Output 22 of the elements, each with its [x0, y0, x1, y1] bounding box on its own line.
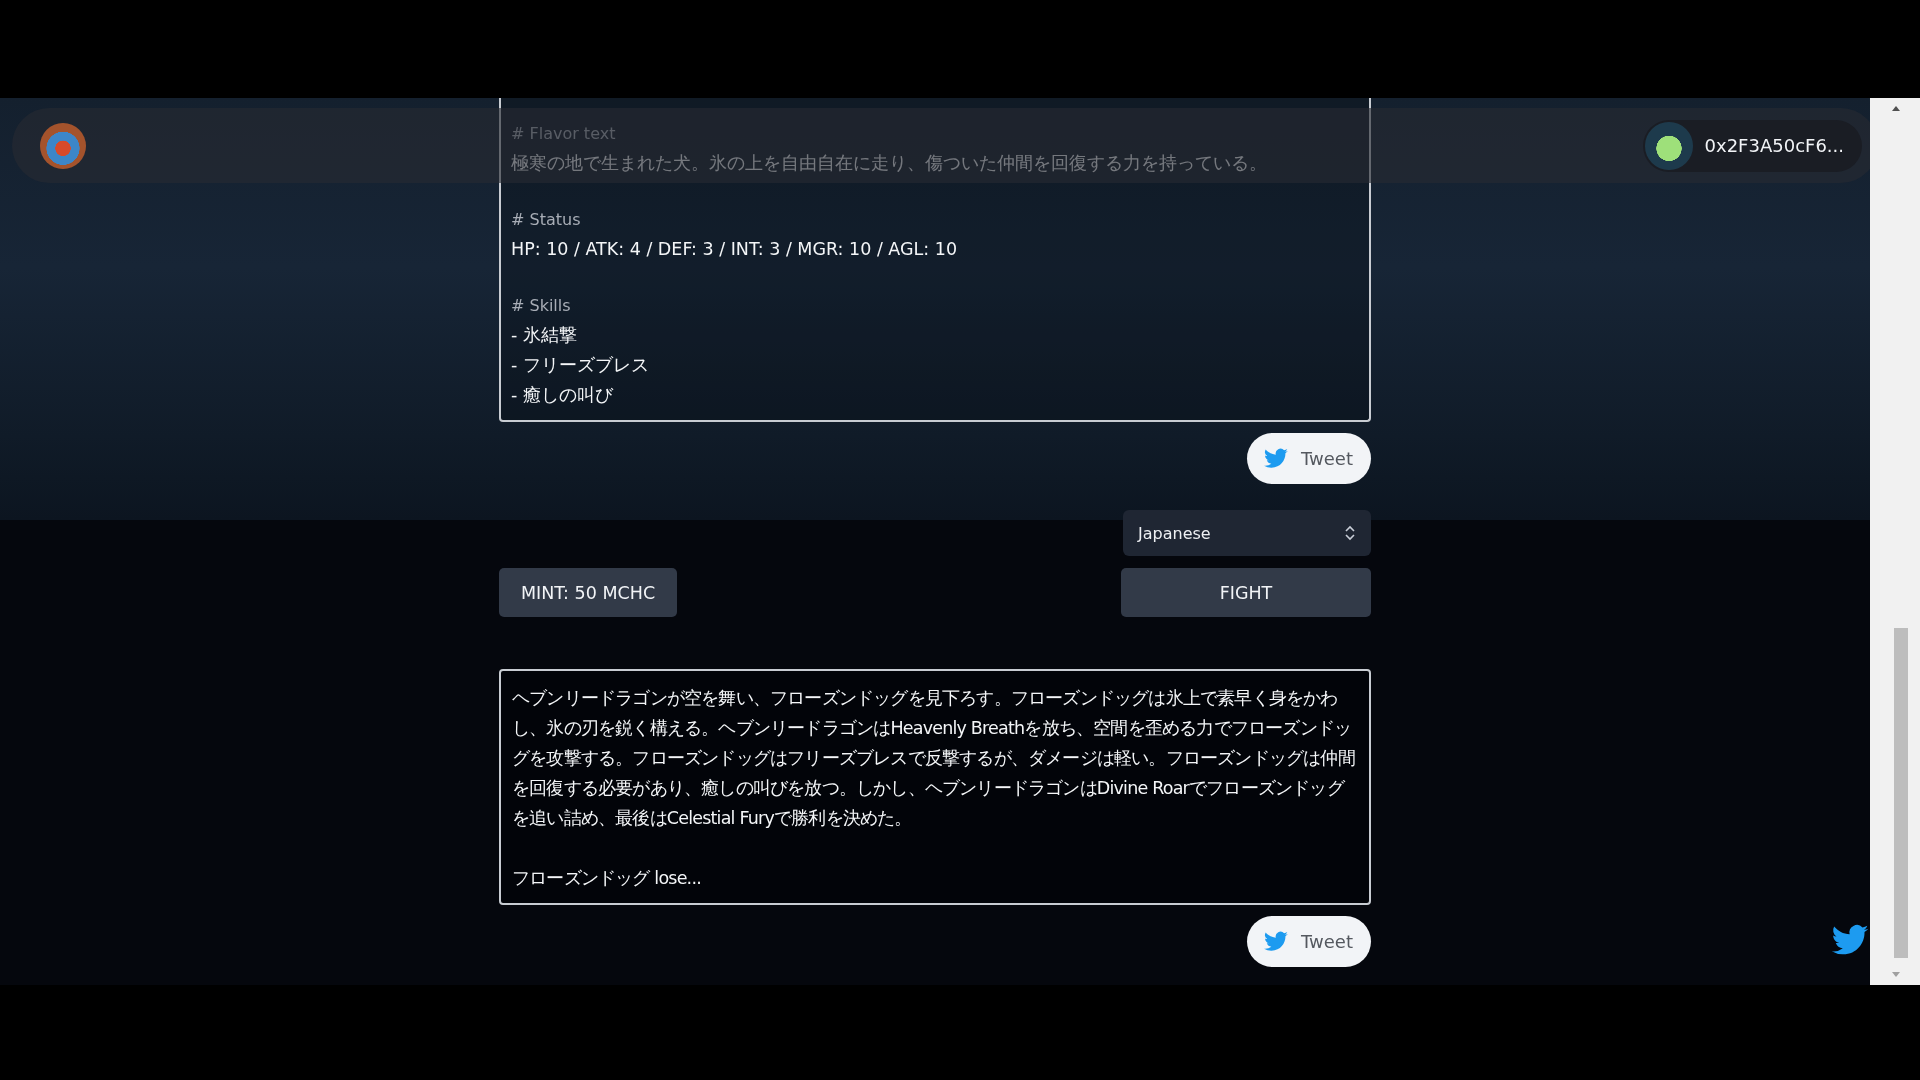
- chevron-icon: [1344, 524, 1356, 542]
- scroll-up-icon[interactable]: [1892, 106, 1900, 111]
- fight-button[interactable]: FIGHT: [1121, 568, 1371, 617]
- battle-narrative: ヘブンリードラゴンが空を舞い、フローズンドッグを見下ろす。フローズンドッグは氷上で素早く身をかわし、氷の刃を鋭く構える。ヘブンリードラゴンはHeavenly Breathを放ち、空間を歪める力でフローズンドッグを攻撃する。フローズンドッグはフリーズブレスで反撃するが、ダメージは軽い。フローズンドッグは仲間を回復する必要があり、癒しの叫びを放つ。しかし、ヘブンリードラゴンはDivine Roarでフローズンドッグを追い詰め、最後はCelestial Furyで勝利を決めた。: [512, 687, 1356, 830]
- skill-item: - フリーズブレス: [511, 354, 650, 377]
- section-heading: # Flavor text: [511, 123, 617, 145]
- section-heading: # Status: [511, 209, 582, 231]
- skill-item: - 氷結撃: [511, 324, 578, 347]
- flavor-text: 極寒の地で生まれた犬。氷の上を自由自在に走り、傷ついた仲間を回復する力を持っている。: [511, 152, 1268, 175]
- skill-item: - 癒しの叫び: [511, 384, 615, 407]
- scrollbar[interactable]: [1870, 98, 1920, 985]
- language-select[interactable]: Japanese: [1123, 510, 1371, 556]
- tweet-button[interactable]: Tweet: [1247, 433, 1371, 484]
- tweet-button[interactable]: Tweet: [1247, 916, 1371, 967]
- avatar-icon: [1644, 121, 1693, 170]
- battle-result: フローズンドッグ lose...: [512, 867, 702, 890]
- status-text: HP: 10 / ATK: 4 / DEF: 3 / INT: 3 / MGR: 10 / AGL: 10: [511, 238, 959, 261]
- wallet-button[interactable]: 0x2F3A50cF6...: [1642, 119, 1862, 172]
- mint-button[interactable]: MINT: 50 MCHC: [499, 568, 678, 617]
- scroll-down-icon[interactable]: [1892, 972, 1900, 977]
- scroll-thumb[interactable]: [1894, 628, 1908, 958]
- section-heading: # Skills: [511, 295, 572, 317]
